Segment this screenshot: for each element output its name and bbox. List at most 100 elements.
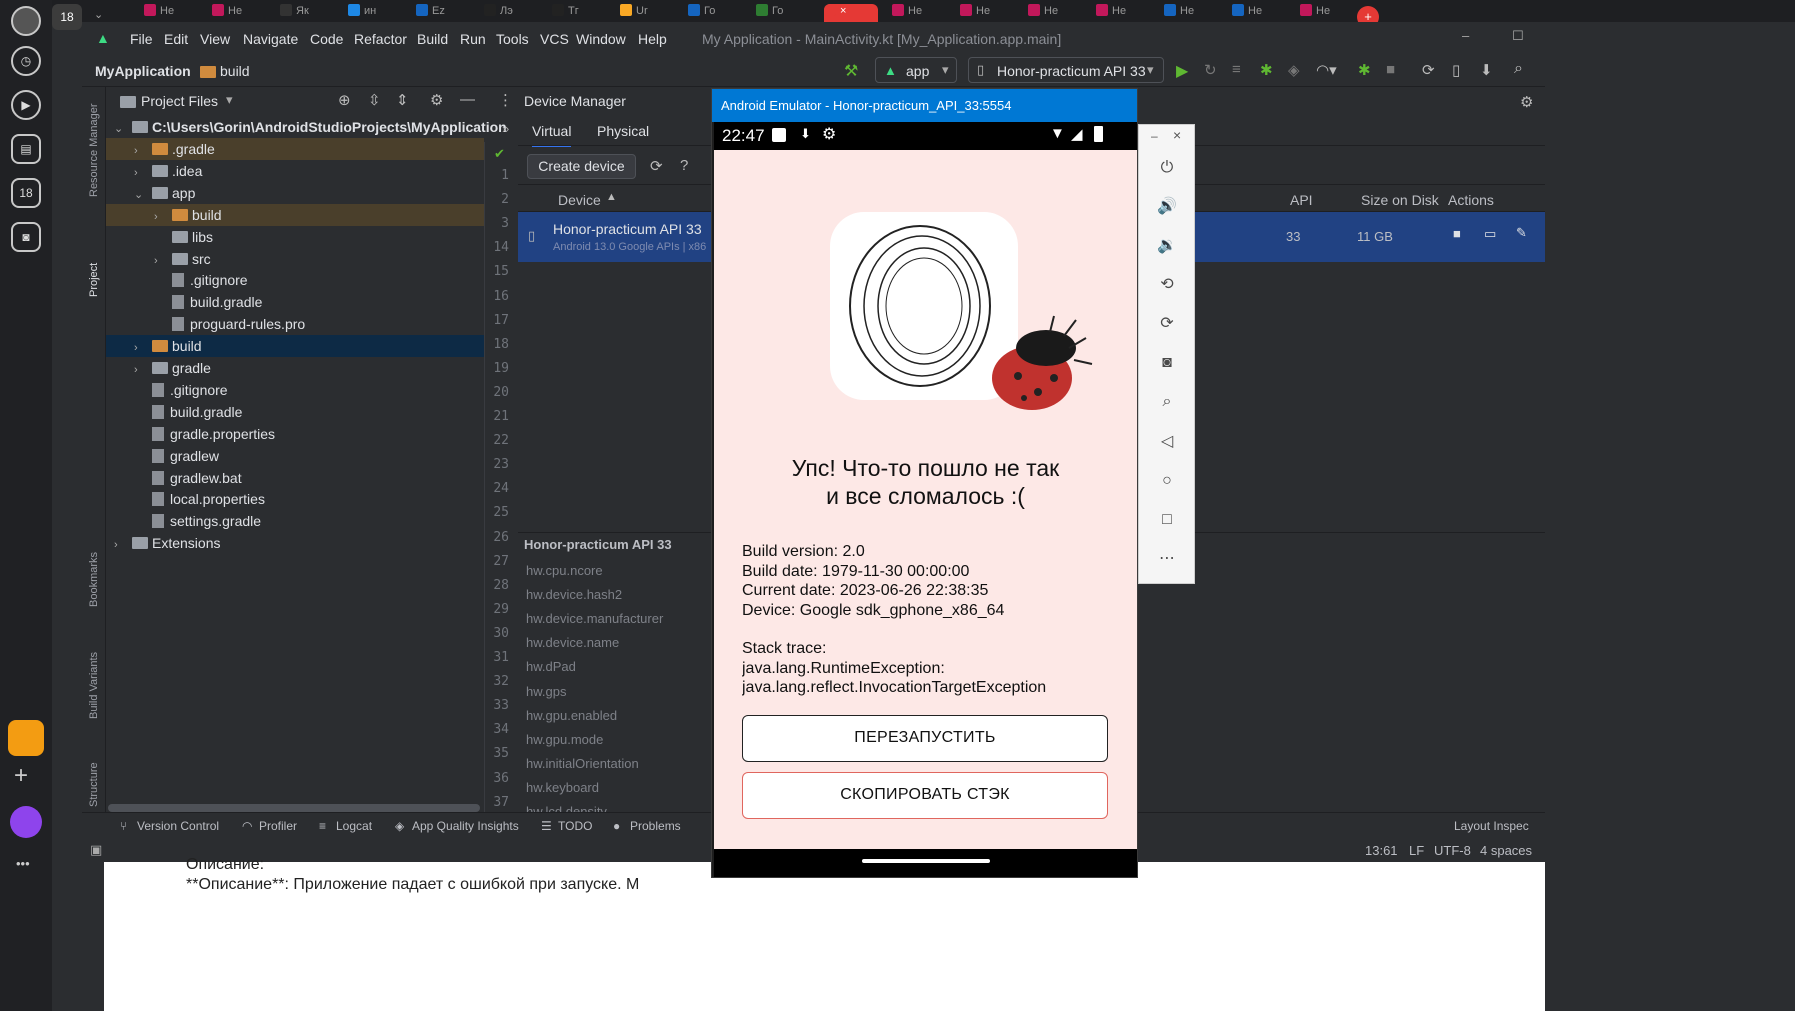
restart-button[interactable]: ПЕРЕЗАПУСТИТЬ [742, 715, 1108, 762]
property-key[interactable]: hw.gps [526, 684, 566, 699]
chevron-icon[interactable]: › [134, 359, 152, 381]
maximize-button[interactable]: ☐ [1512, 28, 1524, 44]
volume-down-icon[interactable]: 🔉 [1155, 234, 1179, 258]
menu-run[interactable]: Run [460, 31, 486, 47]
add-icon[interactable]: + [14, 762, 28, 790]
coverage-icon[interactable]: ◈ [1288, 61, 1300, 79]
history-icon[interactable]: ◷ [11, 46, 41, 76]
tree-item[interactable]: .gitignore [106, 269, 484, 291]
overview-icon[interactable]: □ [1155, 508, 1179, 532]
quality-icon[interactable]: ◈ [395, 819, 404, 833]
menu-build[interactable]: Build [417, 31, 448, 47]
property-key[interactable]: hw.gpu.enabled [526, 708, 617, 723]
browser-tab[interactable]: Не [1028, 4, 1086, 22]
panel-toggle-icon[interactable]: ▣ [90, 842, 102, 858]
browser-tab[interactable]: Ur [620, 4, 678, 22]
gear-icon[interactable]: ⚙ [1520, 93, 1533, 111]
chevron-icon[interactable]: › [134, 140, 152, 162]
volume-up-icon[interactable]: 🔊 [1155, 195, 1179, 219]
property-key[interactable]: hw.cpu.ncore [526, 563, 603, 578]
refresh-icon[interactable]: ⟳ [650, 157, 663, 175]
run-icon[interactable]: ▶ [1176, 61, 1188, 81]
emulator-title[interactable]: Android Emulator - Honor-practicum_API_3… [712, 89, 1137, 122]
apply-changes-icon[interactable]: ≡ [1232, 61, 1241, 78]
more-icon[interactable]: ⋯ [1155, 547, 1179, 571]
chevron-icon[interactable]: › [154, 206, 172, 228]
menu-vcs[interactable]: VCS [540, 31, 569, 47]
browser-tab[interactable]: ин [348, 4, 406, 22]
tree-item[interactable]: .gitignore [106, 379, 484, 401]
tool-window-tab[interactable]: Version Control [137, 819, 219, 833]
column-actions[interactable]: Actions [1448, 192, 1494, 208]
project-root[interactable]: ⌄ C:\Users\Gorin\AndroidStudioProjects\My… [114, 116, 507, 138]
more-icon[interactable]: ••• [16, 856, 30, 871]
todo-icon[interactable]: ☰ [541, 819, 552, 833]
chevron-icon[interactable]: ⌄ [134, 184, 152, 206]
property-key[interactable]: hw.keyboard [526, 780, 599, 795]
hammer-icon[interactable]: ⚒ [844, 61, 858, 81]
sync-icon[interactable]: ⟳ [1422, 61, 1435, 79]
tab-physical[interactable]: Physical [597, 123, 649, 139]
tool-window-tab[interactable]: Problems [630, 819, 681, 833]
tree-item[interactable]: › Extensions [106, 532, 484, 554]
structure-tab[interactable]: Structure [88, 762, 100, 807]
chevron-icon[interactable]: › [114, 534, 132, 556]
tree-item[interactable]: › gradle [106, 357, 484, 379]
menu-edit[interactable]: Edit [164, 31, 188, 47]
project-view-select[interactable]: Project Files [141, 93, 218, 109]
tool-window-tab[interactable]: Profiler [259, 819, 297, 833]
tree-item[interactable]: › .gradle [106, 138, 484, 160]
app-circle-icon[interactable] [10, 806, 42, 838]
play-icon[interactable]: ▶ [11, 90, 41, 120]
help-icon[interactable]: ? [680, 157, 688, 174]
layout-inspector-tab[interactable]: Layout Inspec [1454, 819, 1529, 833]
browser-tab[interactable]: Як [280, 4, 338, 22]
resource-manager-tab[interactable]: Resource Manager [88, 103, 100, 197]
menu-help[interactable]: Help [638, 31, 667, 47]
chevron-icon[interactable]: › [154, 250, 172, 272]
profiler-icon[interactable]: ◠ [242, 819, 252, 833]
project-tab[interactable]: Project [88, 263, 100, 297]
browser-tab[interactable]: Не [1300, 4, 1358, 22]
tree-item[interactable]: settings.gradle [106, 510, 484, 532]
tool-window-tab[interactable]: App Quality Insights [412, 819, 519, 833]
browser-tab[interactable]: Лэ [484, 4, 542, 22]
tree-item[interactable]: gradle.properties [106, 423, 484, 445]
indent-setting[interactable]: 4 spaces [1480, 843, 1532, 858]
line-separator[interactable]: LF [1409, 843, 1424, 858]
browser-tab[interactable]: Ez [416, 4, 474, 22]
mail-app-icon[interactable] [8, 720, 44, 756]
menu-view[interactable]: View [200, 31, 230, 47]
property-key[interactable]: hw.gpu.mode [526, 732, 603, 747]
browser-tab[interactable]: Го [688, 4, 746, 22]
tree-item[interactable]: › build [106, 335, 484, 358]
counter-badge-icon[interactable]: 18 [11, 178, 41, 208]
screenshot-icon[interactable]: ◙ [11, 222, 41, 252]
browser-tab[interactable]: Не [212, 4, 270, 22]
more-options-icon[interactable]: ⋮ [498, 91, 513, 109]
device-manager-icon[interactable]: ▯ [1452, 61, 1460, 79]
browser-tab[interactable]: Не [1164, 4, 1222, 22]
browser-tab[interactable]: Не [892, 4, 950, 22]
tool-window-tab[interactable]: Logcat [336, 819, 372, 833]
run-config-select[interactable]: ▲ app ▾ [875, 57, 957, 83]
tree-item[interactable]: gradlew [106, 445, 484, 467]
cursor-position[interactable]: 13:61 [1365, 843, 1398, 858]
menu-file[interactable]: File [130, 31, 153, 47]
menu-window[interactable]: Window [576, 31, 626, 47]
tree-item[interactable]: › .idea [106, 160, 484, 182]
tree-item[interactable]: local.properties [106, 488, 484, 510]
chevron-down-icon[interactable]: ▾ [226, 92, 233, 108]
debug-icon[interactable]: ✱ [1260, 61, 1273, 79]
tree-item[interactable]: ⌄ app [106, 182, 484, 204]
breadcrumb-folder[interactable]: build [220, 63, 250, 79]
chevron-icon[interactable]: › [134, 162, 152, 184]
stop-icon[interactable]: ■ [1386, 61, 1395, 78]
hide-panel-icon[interactable]: — [460, 91, 475, 108]
menu-code[interactable]: Code [310, 31, 343, 47]
property-key[interactable]: hw.dPad [526, 659, 576, 674]
copy-stack-button[interactable]: СКОПИРОВАТЬ СТЭК [742, 772, 1108, 819]
attach-debugger-icon[interactable]: ✱ [1358, 61, 1371, 79]
logcat-icon[interactable]: ≡ [319, 819, 326, 833]
power-icon[interactable]: ⏻ [1155, 156, 1179, 180]
